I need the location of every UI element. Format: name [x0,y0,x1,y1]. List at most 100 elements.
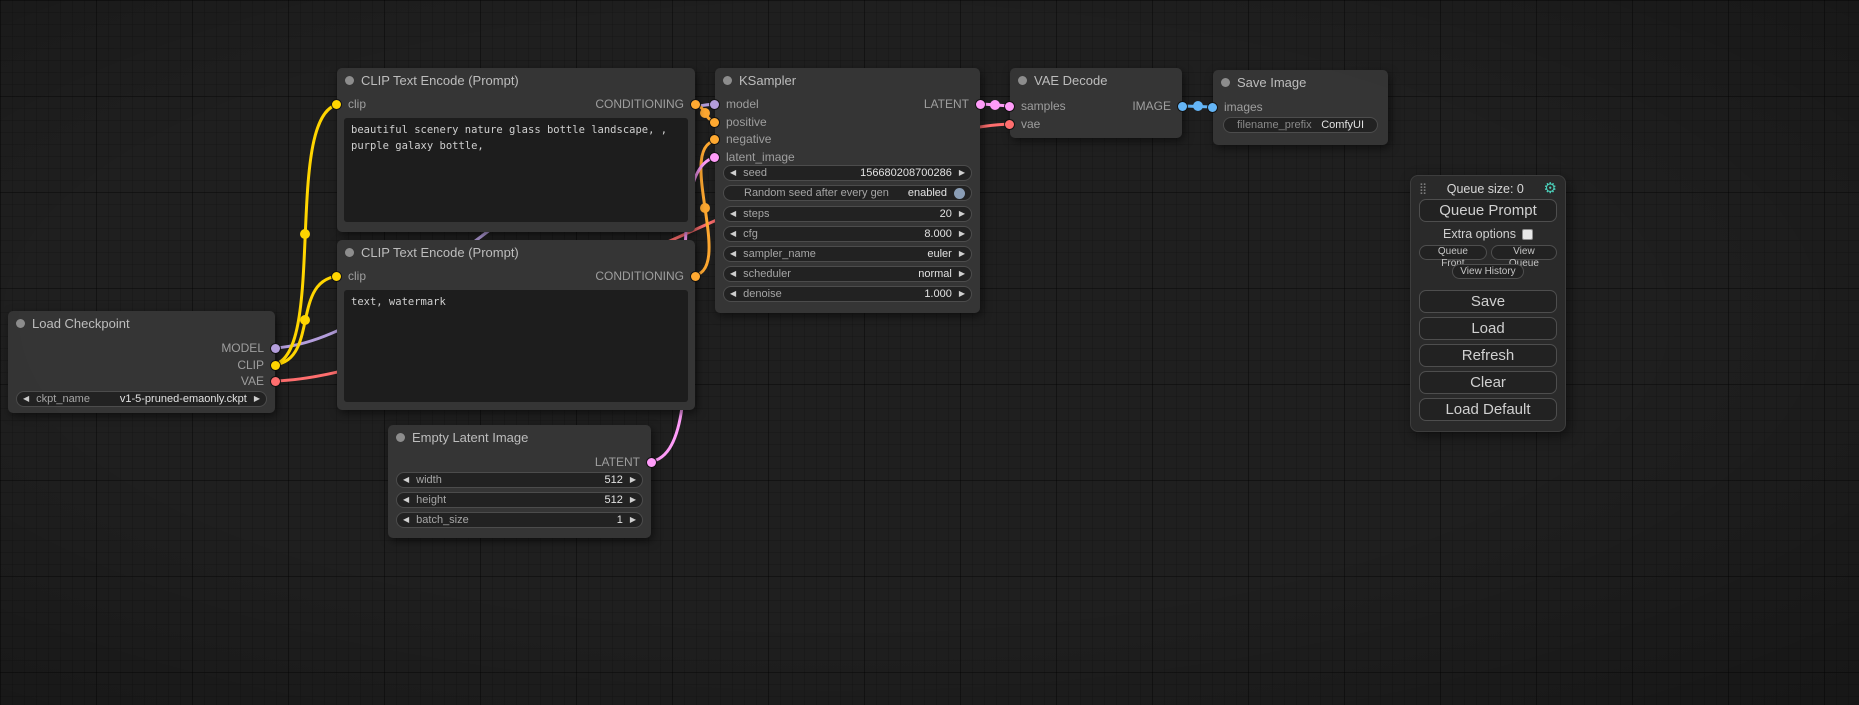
refresh-button[interactable]: Refresh [1419,344,1557,367]
view-queue-button[interactable]: View Queue [1491,245,1557,260]
queue-front-button[interactable]: Queue Front [1419,245,1487,260]
model-input-dot[interactable] [710,100,719,109]
widget-value: ComfyUI [1321,119,1364,131]
load-button[interactable]: Load [1419,317,1557,340]
increment-arrow-icon[interactable]: ▶ [630,476,636,484]
widget-value: normal [918,268,952,280]
clear-button[interactable]: Clear [1419,371,1557,394]
decrement-arrow-icon[interactable]: ◀ [730,270,736,278]
decrement-arrow-icon[interactable]: ◀ [403,496,409,504]
seed-widget[interactable]: ◀ seed 156680208700286 ▶ [723,165,972,181]
graph-canvas[interactable]: Load Checkpoint MODEL CLIP VAE ◀ ckpt_na… [0,0,1859,705]
height-widget[interactable]: ◀ height 512 ▶ [396,492,643,508]
ckpt-name-widget[interactable]: ◀ ckpt_name v1-5-pruned-emaonly.ckpt ▶ [16,391,267,407]
clip-input-slot: clip [332,269,366,283]
node-save-image[interactable]: Save Image images filename_prefix ComfyU… [1213,70,1388,145]
toggle-knob-icon[interactable] [954,188,965,199]
cfg-widget[interactable]: ◀ cfg 8.000 ▶ [723,226,972,242]
node-header[interactable]: VAE Decode [1010,68,1182,92]
width-widget[interactable]: ◀ width 512 ▶ [396,472,643,488]
latent-image-input-dot[interactable] [710,153,719,162]
vae-output-dot[interactable] [271,377,280,386]
filename-prefix-widget[interactable]: filename_prefix ComfyUI [1223,117,1378,133]
save-button[interactable]: Save [1419,290,1557,313]
slot-label: CONDITIONING [595,269,684,283]
increment-arrow-icon[interactable]: ▶ [959,270,965,278]
images-input-dot[interactable] [1208,103,1217,112]
collapse-dot-icon[interactable] [16,319,25,328]
collapse-dot-icon[interactable] [1018,76,1027,85]
sampler-name-widget[interactable]: ◀ sampler_name euler ▶ [723,246,972,262]
queue-actions-row: Queue Front View Queue [1419,245,1557,260]
samples-input-dot[interactable] [1005,102,1014,111]
steps-widget[interactable]: ◀ steps 20 ▶ [723,206,972,222]
collapse-dot-icon[interactable] [345,248,354,257]
clip-input-dot[interactable] [332,272,341,281]
positive-input-dot[interactable] [710,118,719,127]
decrement-arrow-icon[interactable]: ◀ [403,476,409,484]
queue-prompt-button[interactable]: Queue Prompt [1419,199,1557,222]
collapse-dot-icon[interactable] [723,76,732,85]
node-load-checkpoint[interactable]: Load Checkpoint MODEL CLIP VAE ◀ ckpt_na… [8,311,275,413]
drag-handle-icon[interactable]: ⣿ [1419,182,1427,195]
latent-output-dot[interactable] [976,100,985,109]
clip-input-dot[interactable] [332,100,341,109]
increment-arrow-icon[interactable]: ▶ [254,395,260,403]
latent-output-dot[interactable] [647,458,656,467]
node-vae-decode[interactable]: VAE Decode samples vae IMAGE [1010,68,1182,138]
increment-arrow-icon[interactable]: ▶ [959,169,965,177]
widget-label: filename_prefix [1237,119,1312,131]
increment-arrow-icon[interactable]: ▶ [959,290,965,298]
images-input-slot: images [1208,100,1263,114]
widget-label: steps [743,208,769,220]
widget-value: v1-5-pruned-emaonly.ckpt [120,393,247,405]
node-ksampler[interactable]: KSampler model positive negative latent_… [715,68,980,313]
node-clip-text-encode-negative[interactable]: CLIP Text Encode (Prompt) clip CONDITION… [337,240,695,410]
clip-output-dot[interactable] [271,361,280,370]
node-header[interactable]: Save Image [1213,70,1388,94]
decrement-arrow-icon[interactable]: ◀ [730,169,736,177]
denoise-widget[interactable]: ◀ denoise 1.000 ▶ [723,286,972,302]
node-header[interactable]: Empty Latent Image [388,425,651,449]
decrement-arrow-icon[interactable]: ◀ [730,210,736,218]
image-output-dot[interactable] [1178,102,1187,111]
extra-options-row: Extra options [1419,227,1557,241]
node-header[interactable]: KSampler [715,68,980,92]
random-seed-toggle-widget[interactable]: Random seed after every gen enabled [723,185,972,201]
increment-arrow-icon[interactable]: ▶ [630,496,636,504]
collapse-dot-icon[interactable] [345,76,354,85]
clip-input-slot: clip [332,97,366,111]
increment-arrow-icon[interactable]: ▶ [959,250,965,258]
positive-prompt-textarea[interactable]: beautiful scenery nature glass bottle la… [344,118,688,222]
increment-arrow-icon[interactable]: ▶ [959,230,965,238]
node-clip-text-encode-positive[interactable]: CLIP Text Encode (Prompt) clip CONDITION… [337,68,695,232]
collapse-dot-icon[interactable] [1221,78,1230,87]
node-header[interactable]: Load Checkpoint [8,311,275,335]
node-title: Empty Latent Image [412,430,528,445]
model-output-dot[interactable] [271,344,280,353]
negative-prompt-textarea[interactable]: text, watermark [344,290,688,402]
decrement-arrow-icon[interactable]: ◀ [403,516,409,524]
decrement-arrow-icon[interactable]: ◀ [730,290,736,298]
decrement-arrow-icon[interactable]: ◀ [730,230,736,238]
slot-label: negative [726,132,771,146]
decrement-arrow-icon[interactable]: ◀ [23,395,29,403]
view-history-button[interactable]: View History [1452,264,1523,279]
batch-size-widget[interactable]: ◀ batch_size 1 ▶ [396,512,643,528]
node-header[interactable]: CLIP Text Encode (Prompt) [337,240,695,264]
vae-input-dot[interactable] [1005,120,1014,129]
conditioning-output-dot[interactable] [691,100,700,109]
collapse-dot-icon[interactable] [396,433,405,442]
decrement-arrow-icon[interactable]: ◀ [730,250,736,258]
scheduler-widget[interactable]: ◀ scheduler normal ▶ [723,266,972,282]
extra-options-checkbox[interactable] [1522,229,1533,240]
gear-icon[interactable]: ⚙ [1544,181,1557,196]
node-header[interactable]: CLIP Text Encode (Prompt) [337,68,695,92]
conditioning-output-dot[interactable] [691,272,700,281]
widget-label: scheduler [743,268,791,280]
negative-input-dot[interactable] [710,135,719,144]
increment-arrow-icon[interactable]: ▶ [630,516,636,524]
load-default-button[interactable]: Load Default [1419,398,1557,421]
increment-arrow-icon[interactable]: ▶ [959,210,965,218]
node-empty-latent-image[interactable]: Empty Latent Image LATENT ◀ width 512 ▶ … [388,425,651,538]
